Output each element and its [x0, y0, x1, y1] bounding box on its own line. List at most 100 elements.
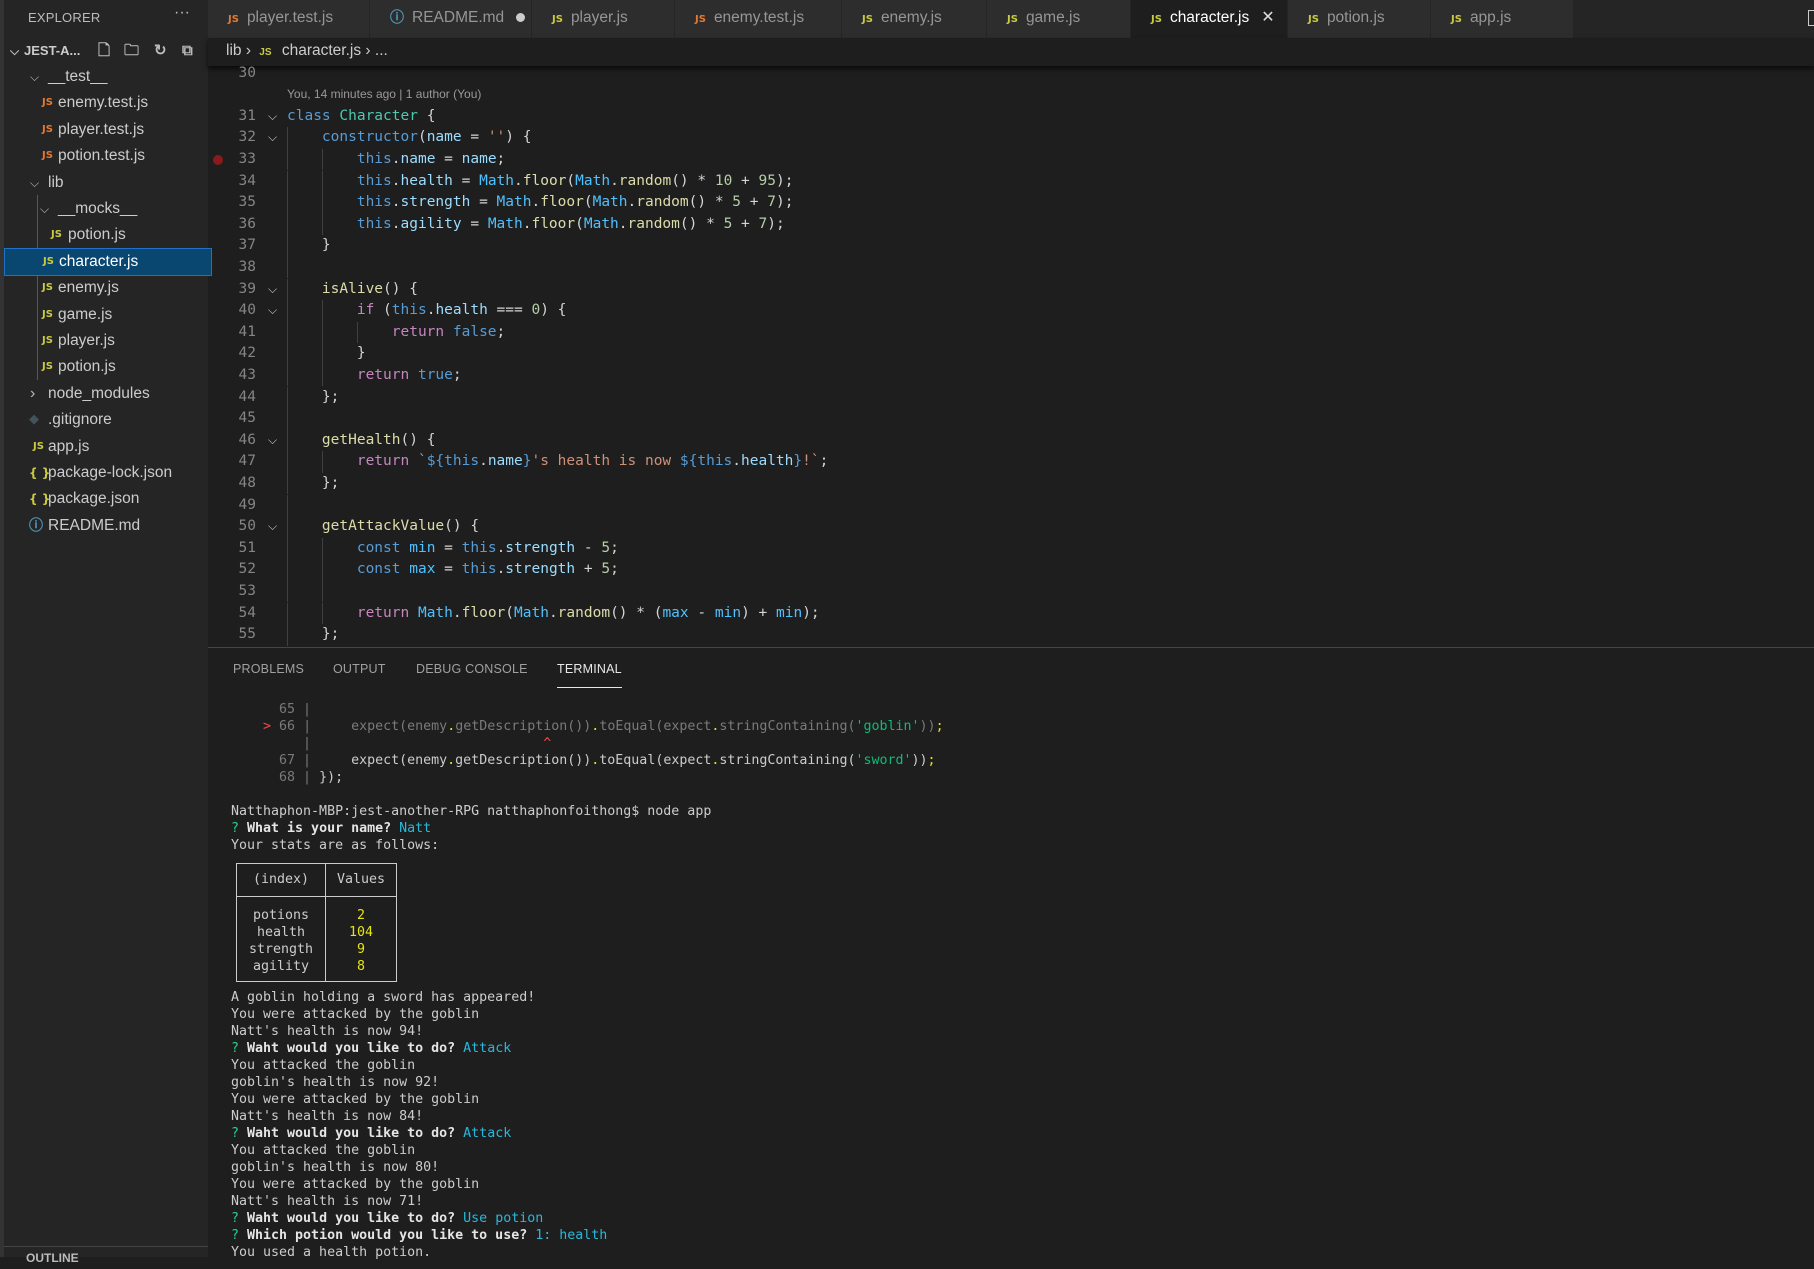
tab-terminal[interactable]: TERMINAL: [557, 662, 622, 688]
breadcrumb: lib › JS character.js › ...: [208, 38, 1814, 66]
tab-problems[interactable]: PROBLEMS: [233, 662, 304, 676]
terminal-line: Natt's health is now 84!: [231, 1108, 944, 1125]
tab-player-test-js[interactable]: JS player.test.js: [208, 0, 370, 38]
code-line: 30: [208, 66, 1814, 84]
tree-item[interactable]: ⌵ __test__: [4, 64, 212, 90]
tree-item[interactable]: ⌵ __mocks__: [4, 196, 212, 222]
code-token: this: [461, 539, 497, 556]
tree-item[interactable]: { } package-lock.json: [4, 460, 212, 486]
tree-item[interactable]: ⓘ README.md: [4, 513, 212, 539]
code-token: ===: [487, 302, 532, 319]
tree-item[interactable]: JS potion.js: [4, 354, 212, 380]
split-editor-icon[interactable]: [1808, 10, 1814, 26]
tree-item[interactable]: JS enemy.js: [4, 275, 212, 301]
line-number: 37: [238, 237, 256, 254]
terminal-output[interactable]: 65 | > 66 | expect(enemy.getDescription(…: [231, 701, 944, 1261]
unsaved-dot-icon[interactable]: [516, 13, 526, 22]
table-cell-value: 104: [348, 925, 374, 940]
code-token: ;: [610, 561, 619, 578]
project-header[interactable]: ⌵ JEST-A... 🗋 🗀 ↻ ⧉: [4, 38, 212, 64]
tab-potion-js[interactable]: JS potion.js: [1288, 0, 1431, 38]
refresh-icon[interactable]: ↻: [154, 38, 167, 64]
project-name: JEST-A...: [24, 43, 81, 58]
tree-item[interactable]: ◆ .gitignore: [4, 407, 212, 433]
tree-item[interactable]: JS potion.test.js: [4, 143, 212, 169]
tree-item[interactable]: › node_modules: [4, 381, 212, 407]
code-token: }: [287, 237, 331, 254]
terminal-text: You were attacked by the goblin: [231, 1177, 480, 1192]
new-folder-icon[interactable]: 🗀: [124, 38, 139, 64]
line-number: 41: [238, 323, 256, 340]
code-token: 7: [767, 194, 776, 211]
tree-item[interactable]: JS player.test.js: [4, 117, 212, 143]
tree-item-label: enemy.js: [58, 279, 119, 297]
code-token: strength: [505, 539, 576, 556]
tree-item[interactable]: JS game.js: [4, 302, 212, 328]
code-editor[interactable]: 30 You, 14 minutes ago | 1 author (You) 31…: [208, 66, 1814, 646]
explorer-title: EXPLORER: [28, 10, 101, 25]
tab-debug-console[interactable]: DEBUG CONSOLE: [416, 662, 528, 676]
tree-item[interactable]: JS enemy.test.js: [4, 90, 212, 116]
tree-item[interactable]: ⌵ lib: [4, 170, 212, 196]
tab-enemy-js[interactable]: JS enemy.js: [842, 0, 987, 38]
line-number: 45: [238, 410, 256, 427]
new-file-icon[interactable]: 🗋: [98, 38, 110, 64]
chevron-down-icon[interactable]: ⌵: [268, 430, 277, 452]
code-token: max: [409, 561, 436, 578]
outline-section[interactable]: OUTLINE: [4, 1246, 212, 1265]
codelens-text[interactable]: You, 14 minutes ago | 1 author (You): [287, 84, 481, 106]
table-cell-index: agility: [252, 959, 310, 974]
code-token: floor: [461, 604, 506, 621]
line-number: 40: [238, 302, 256, 319]
code-token: health: [435, 302, 488, 319]
indent-guide: [287, 408, 288, 430]
code-text: this.name = name;: [287, 149, 505, 171]
codelens[interactable]: You, 14 minutes ago | 1 author (You): [208, 84, 1814, 106]
tab-game-js[interactable]: JS game.js: [987, 0, 1131, 38]
breadcrumb-symbol[interactable]: ...: [375, 42, 388, 59]
bottom-panel: PROBLEMS OUTPUT DEBUG CONSOLE TERMINAL 6…: [208, 647, 1814, 1260]
terminal-text: ?: [231, 1041, 248, 1056]
close-icon[interactable]: ✕: [1261, 9, 1274, 26]
tab-character-js[interactable]: JS character.js ✕: [1131, 0, 1288, 38]
code-line: 35 this.strength = Math.floor(Math.rando…: [208, 192, 1814, 214]
tree-item[interactable]: { } package.json: [4, 486, 212, 512]
code-token: health: [400, 172, 453, 189]
breadcrumb-file[interactable]: character.js: [282, 42, 361, 59]
tab-label: character.js: [1169, 9, 1250, 26]
chevron-down-icon[interactable]: ⌵: [268, 279, 277, 301]
code-token: );: [767, 215, 785, 232]
tree-item[interactable]: JS app.js: [4, 434, 212, 460]
chevron-down-icon[interactable]: ⌵: [268, 127, 277, 149]
tab-player-js[interactable]: JS player.js: [532, 0, 675, 38]
indent-guide: [287, 494, 288, 517]
terminal-line: 65 |: [231, 701, 944, 718]
code-line: 41 return false;: [208, 321, 1814, 344]
breadcrumb-folder[interactable]: lib: [226, 42, 242, 59]
code-token: false: [452, 323, 497, 340]
more-actions-icon[interactable]: ···: [174, 4, 190, 22]
code-token: }: [287, 345, 366, 362]
tab-readme-md[interactable]: ⓘ README.md: [370, 0, 532, 38]
collapse-all-icon[interactable]: ⧉: [182, 38, 193, 64]
tree-item[interactable]: JS character.js: [4, 247, 212, 276]
tree-item-label: README.md: [48, 516, 141, 534]
line-number: 43: [238, 366, 256, 383]
tree-item[interactable]: JS potion.js: [4, 222, 212, 248]
tree-item[interactable]: JS player.js: [4, 328, 212, 354]
code-token: name: [426, 129, 462, 146]
chevron-down-icon[interactable]: ⌵: [268, 106, 277, 128]
stats-table: (index) Values potions 2 health 104 strength…: [236, 863, 397, 982]
tab-app-js[interactable]: JS app.js: [1431, 0, 1574, 38]
tab-enemy-test-js[interactable]: JS enemy.test.js: [675, 0, 842, 38]
tab-label: app.js: [1469, 9, 1512, 26]
tab-output[interactable]: OUTPUT: [333, 662, 386, 676]
chevron-down-icon[interactable]: ⌵: [268, 516, 277, 538]
chevron-down-icon[interactable]: ⌵: [268, 300, 277, 322]
code-token: getHealth: [321, 431, 401, 448]
code-token: .: [548, 604, 558, 621]
